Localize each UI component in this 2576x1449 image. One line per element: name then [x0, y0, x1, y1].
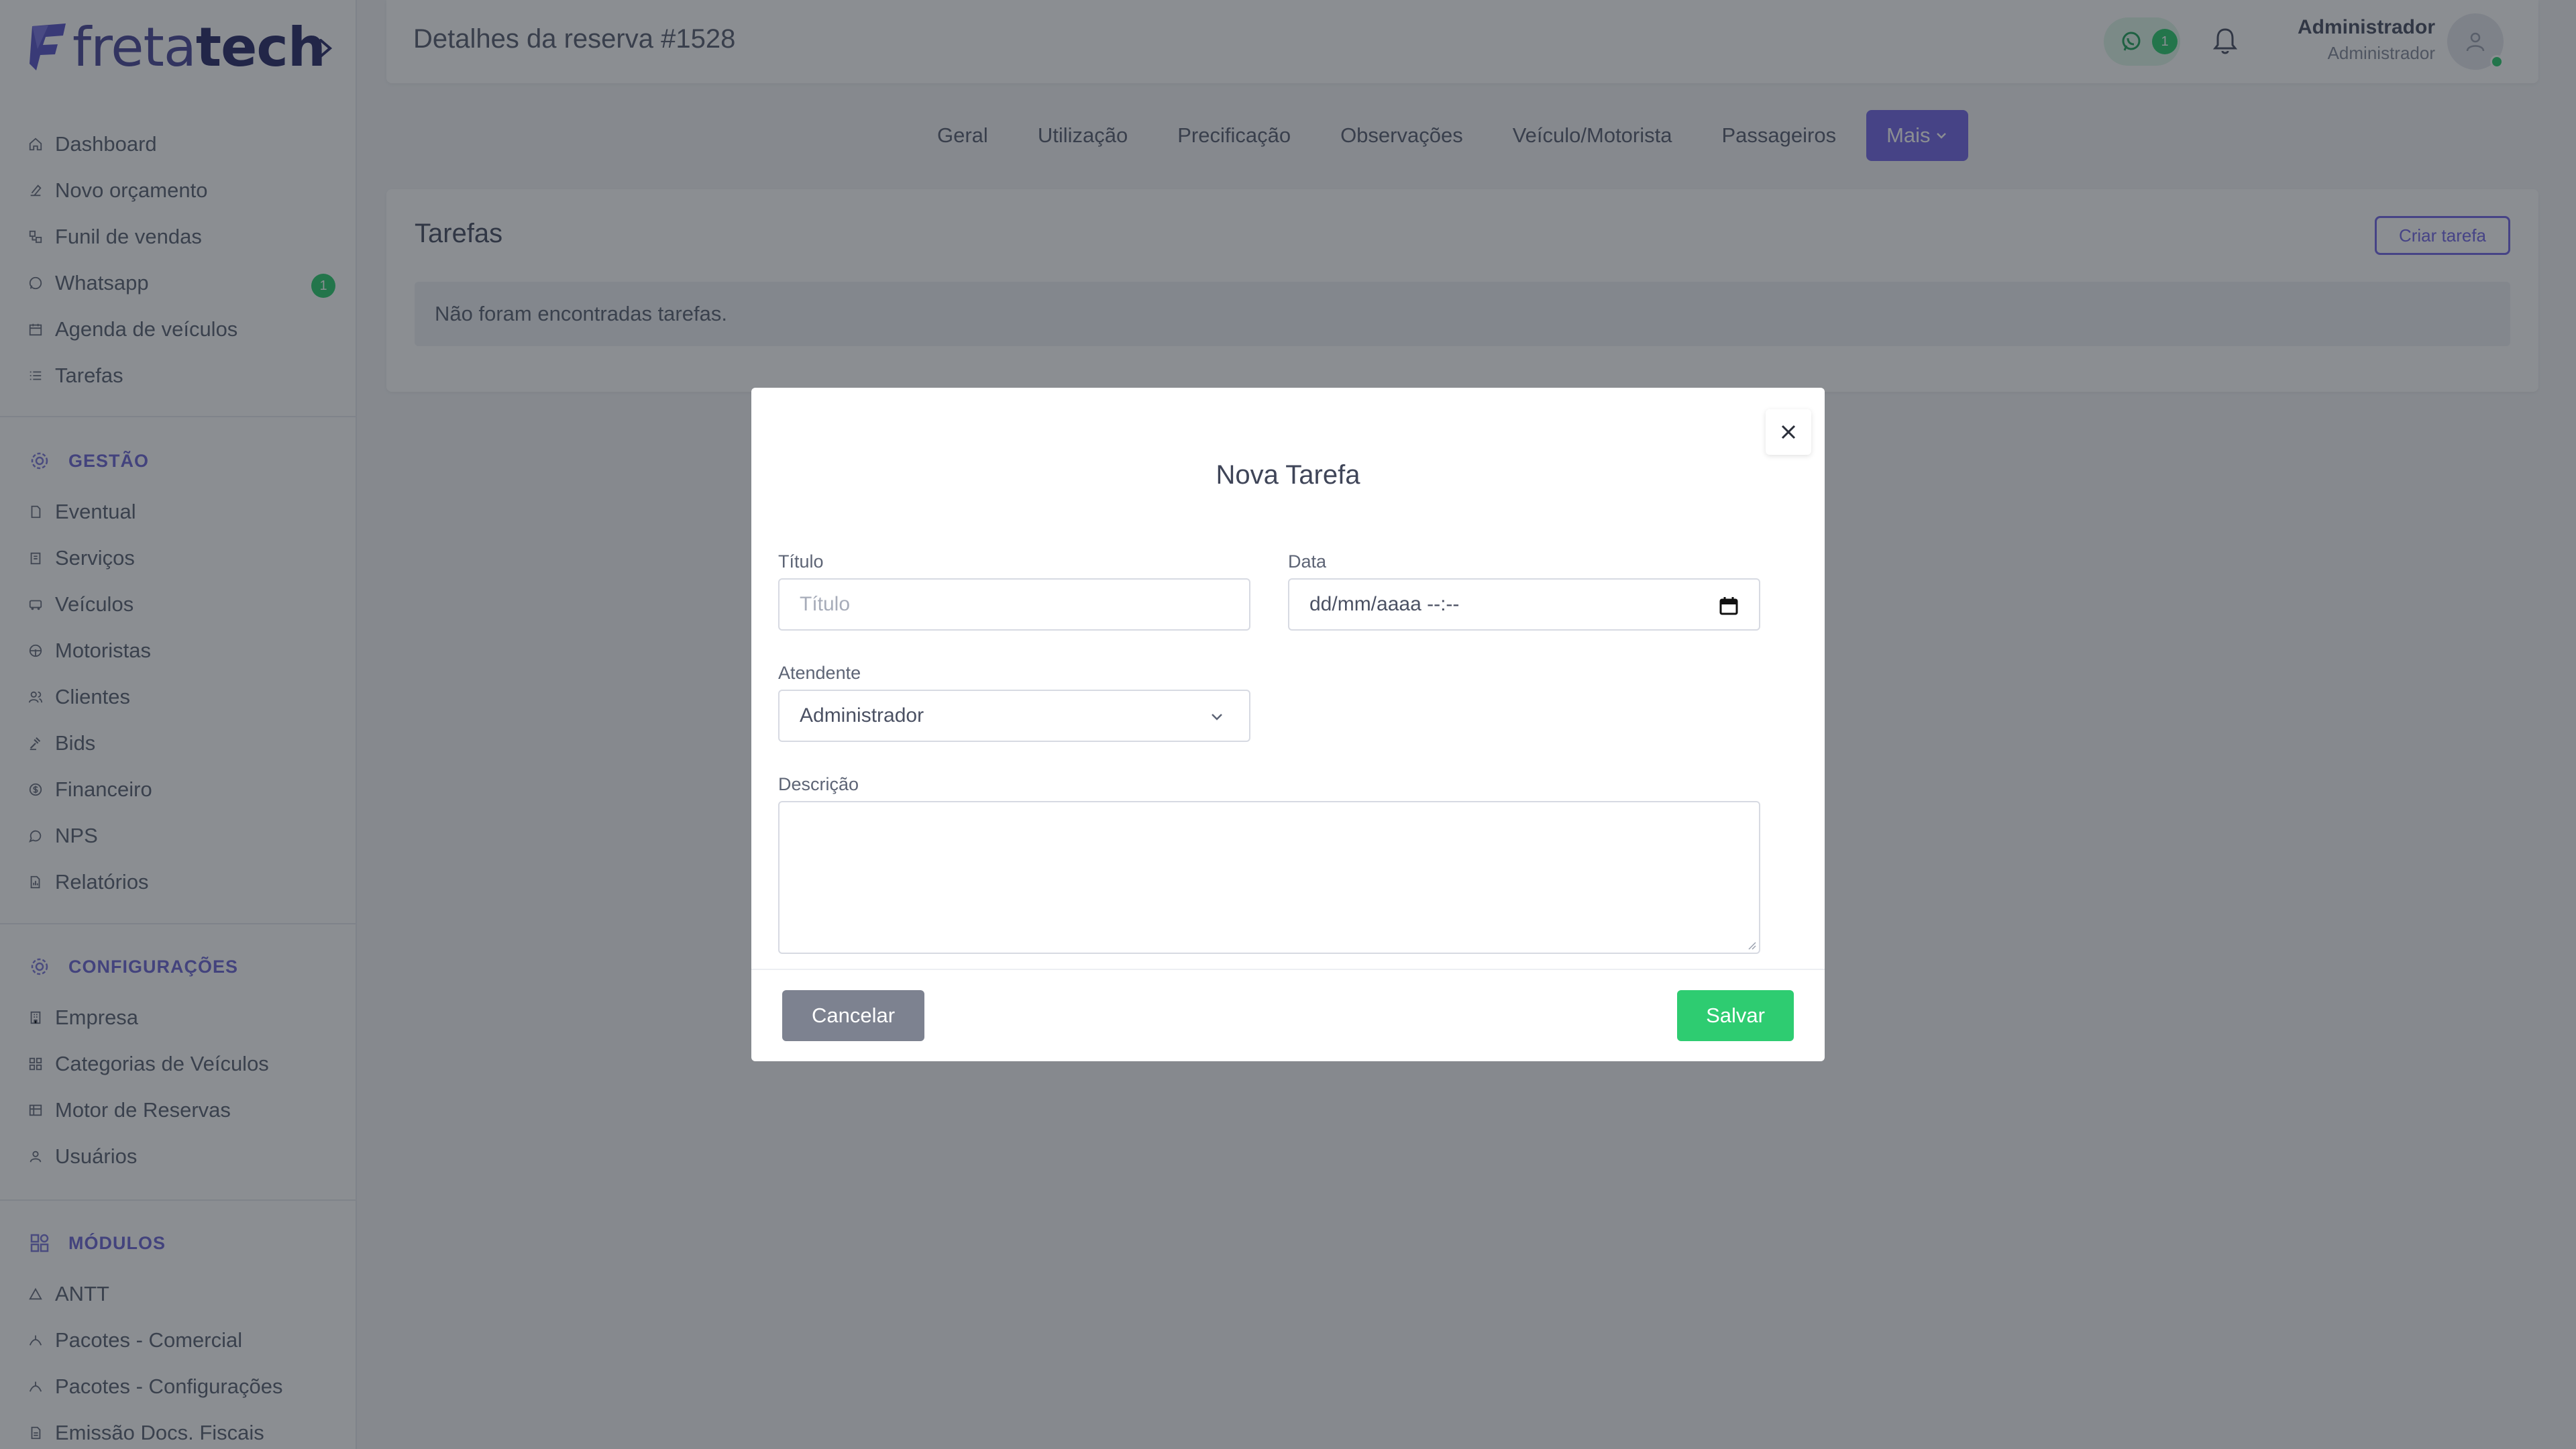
- titulo-label: Título: [778, 551, 824, 572]
- atendente-selected-value: Administrador: [800, 704, 924, 727]
- close-icon: [1781, 425, 1796, 439]
- atendente-select[interactable]: Administrador: [778, 690, 1250, 742]
- descricao-textarea[interactable]: [778, 801, 1760, 954]
- chevron-down-icon: [1212, 714, 1222, 720]
- descricao-label: Descrição: [778, 774, 859, 794]
- calendar-icon[interactable]: [1719, 596, 1739, 616]
- data-input[interactable]: dd/mm/aaaa --:--: [1288, 578, 1760, 631]
- cancel-button[interactable]: Cancelar: [782, 990, 924, 1041]
- data-label: Data: [1288, 551, 1327, 572]
- atendente-label: Atendente: [778, 663, 861, 683]
- save-button[interactable]: Salvar: [1677, 990, 1794, 1041]
- resize-handle-icon[interactable]: [1746, 939, 1756, 950]
- modal-footer-divider: [751, 969, 1825, 970]
- new-task-modal: Nova Tarefa Título Título Data dd/mm/aaa…: [751, 388, 1825, 1061]
- modal-title: Nova Tarefa: [1216, 460, 1360, 490]
- data-input-placeholder: dd/mm/aaaa --:--: [1309, 593, 1460, 615]
- close-button[interactable]: [1766, 409, 1811, 455]
- titulo-input[interactable]: Título: [778, 578, 1250, 631]
